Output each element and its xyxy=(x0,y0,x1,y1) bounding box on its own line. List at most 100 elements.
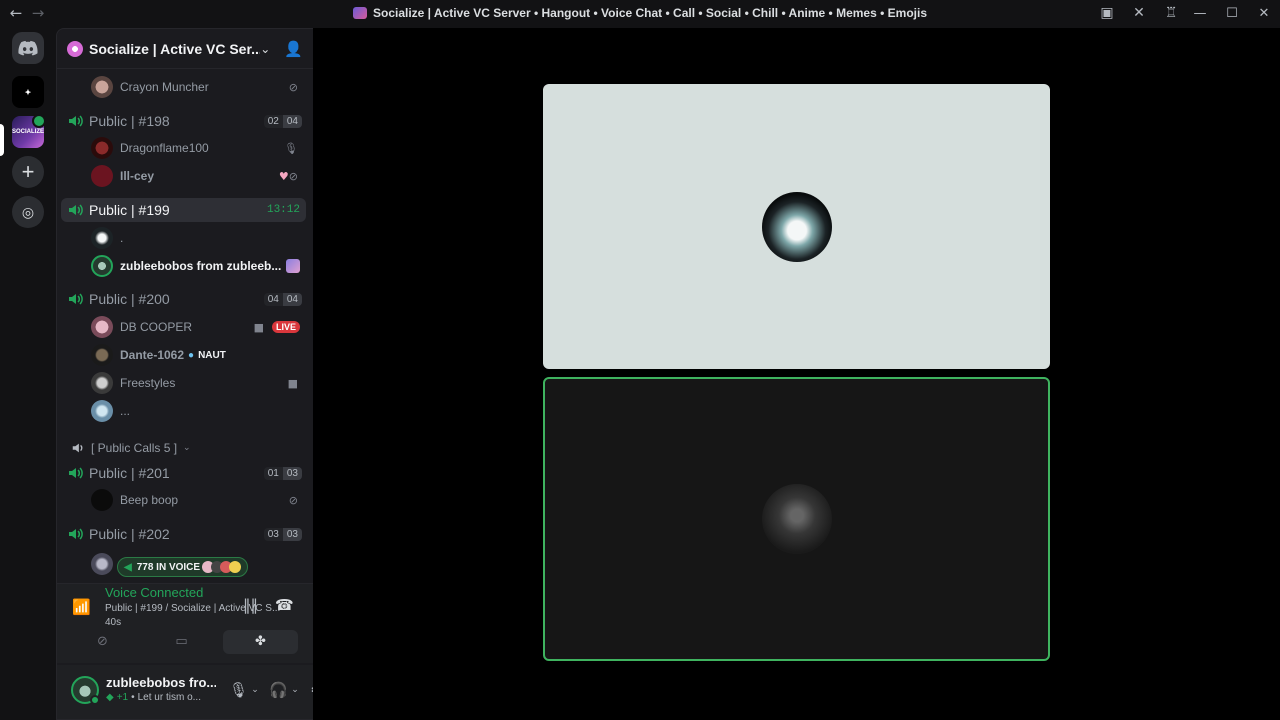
participant-tile-speaking[interactable] xyxy=(543,377,1050,661)
avatar xyxy=(91,489,113,511)
avatar-stack xyxy=(202,561,242,573)
heart-badge-icon: ♥ xyxy=(278,169,289,183)
separator: • xyxy=(131,692,135,703)
count-limit: 03 xyxy=(282,527,302,541)
selected-server-indicator xyxy=(0,124,4,156)
add-server-button[interactable]: + xyxy=(12,156,44,188)
voice-user[interactable]: Ill-cey ♥ ⊘ xyxy=(61,163,306,189)
voice-user[interactable]: . xyxy=(61,225,306,251)
voice-channel-201[interactable]: Public | #201 01 03 xyxy=(61,461,306,485)
chevron-down-icon[interactable]: ⌄ xyxy=(260,42,270,56)
microphone-icon[interactable]: 🎙 xyxy=(229,681,248,699)
server-name: Socialize | Active VC Ser... xyxy=(89,40,261,57)
count-current: 01 xyxy=(263,466,283,480)
speaker-icon xyxy=(69,204,83,216)
speaker-icon xyxy=(69,293,83,305)
voice-activity-badge xyxy=(32,114,46,128)
user-count: 03 03 xyxy=(263,527,302,541)
live-badge: LIVE xyxy=(271,321,300,333)
voice-channel-202[interactable]: Public | #202 03 03 xyxy=(61,522,306,546)
voice-channel-name: Public | #202 xyxy=(89,526,170,542)
avatar xyxy=(91,344,113,366)
disconnect-icon[interactable]: ☎ xyxy=(275,596,294,614)
voice-channel-name: Public | #198 xyxy=(89,113,170,129)
avatar xyxy=(91,137,113,159)
chevron-down-icon[interactable]: ⌄ xyxy=(289,685,301,695)
camera-off-icon[interactable]: ⊘ xyxy=(65,630,140,654)
voice-user[interactable]: DB COOPER ■ LIVE xyxy=(61,314,306,340)
deafened-icon: ⊘ xyxy=(288,169,298,183)
avatar xyxy=(91,553,113,575)
voice-channel-200[interactable]: Public | #200 04 04 xyxy=(61,287,306,311)
avatar xyxy=(91,76,113,98)
camera-icon: ■ xyxy=(287,376,298,390)
count-current: 03 xyxy=(263,527,283,541)
window-title-wrap: Socialize | Active VC Server • Hangout •… xyxy=(0,6,1280,20)
signal-icon[interactable]: 📶 xyxy=(72,598,91,616)
voice-user[interactable] xyxy=(61,551,121,577)
plus-icon: + xyxy=(21,159,35,184)
voice-user-name: . xyxy=(120,231,124,245)
voice-channel-199[interactable]: Public | #199 13:12 xyxy=(61,198,306,222)
voice-category[interactable]: [ Public Calls 5 ] ⌄ xyxy=(61,438,306,458)
voice-user[interactable]: Freestyles ■ xyxy=(61,370,306,396)
avatar xyxy=(91,165,113,187)
status-online-dot xyxy=(90,695,100,705)
discover-button[interactable]: ◎ xyxy=(12,196,44,228)
in-voice-pill[interactable]: ◀ 778 IN VOICE xyxy=(117,557,249,577)
voice-user[interactable]: Dragonflame100 🎙 xyxy=(61,135,306,161)
voice-channel-198[interactable]: Public | #198 02 04 xyxy=(61,109,306,133)
user-controls: 🎙 ⌄ 🎧 ⌄ ⚙ xyxy=(229,681,313,699)
participant-tile[interactable] xyxy=(543,84,1050,369)
user-name[interactable]: zubleebobos fro... xyxy=(106,675,216,690)
droplet-icon: ● xyxy=(188,349,195,361)
voice-user-name: Crayon Muncher xyxy=(120,80,209,94)
voice-actions: ⊘ ▭ ✤ xyxy=(65,630,298,654)
minimize-icon[interactable]: — xyxy=(1184,0,1216,28)
voice-elapsed: 40s xyxy=(105,617,122,628)
compass-icon: ◎ xyxy=(21,203,35,220)
avatar xyxy=(91,255,113,277)
maximize-icon[interactable]: ☐ xyxy=(1216,0,1248,28)
voice-channel-link[interactable]: Public | #199 / Socialize | Active VC S.… xyxy=(105,603,285,614)
voice-channel-name: Public | #200 xyxy=(89,291,170,307)
activity-icon xyxy=(286,259,300,273)
server-socialize-label: SOCIALIZE xyxy=(12,129,45,135)
direct-messages-button[interactable] xyxy=(12,32,44,64)
voice-user-name: Dante-1062 xyxy=(120,348,185,362)
activity-icon[interactable]: ♖ xyxy=(1162,5,1180,23)
count-current: 02 xyxy=(263,114,283,128)
server-craft-icon[interactable]: ✦ xyxy=(12,76,44,108)
invite-user-icon[interactable]: 👤 xyxy=(284,40,303,58)
noise-suppression-icon[interactable]: ‖‖ xyxy=(243,596,258,614)
voice-user[interactable]: Beep boop ⊘ xyxy=(61,487,306,513)
headphones-icon[interactable]: 🎧 xyxy=(269,681,288,699)
voice-user-name: zubleebobos from zubleeb... xyxy=(120,259,282,273)
voice-user[interactable]: zubleebobos from zubleeb... xyxy=(61,253,306,279)
window-title: Socialize | Active VC Server • Hangout •… xyxy=(372,6,927,20)
tools-icon[interactable]: ✕ xyxy=(1130,5,1148,23)
camera-icon: ■ xyxy=(253,320,264,334)
voice-status[interactable]: Voice Connected xyxy=(105,585,203,600)
inbox-icon[interactable]: ▣ xyxy=(1098,5,1116,23)
count-limit: 04 xyxy=(282,292,302,306)
participant-avatar xyxy=(761,484,832,554)
activities-icon[interactable]: ✤ xyxy=(223,630,298,654)
voice-channel-name: Public | #199 xyxy=(89,202,170,218)
voice-user[interactable]: Dante-1062 ● NAUT xyxy=(61,342,306,368)
speaker-icon xyxy=(69,528,83,540)
voice-user[interactable]: ... xyxy=(61,398,306,424)
chevron-down-icon[interactable]: ⌄ xyxy=(249,685,261,695)
chevron-down-icon[interactable]: ⌄ xyxy=(183,443,191,453)
user-count: 01 03 xyxy=(263,466,302,480)
server-title-icon xyxy=(352,7,367,19)
avatar xyxy=(91,372,113,394)
voice-channel-name: Public | #201 xyxy=(89,465,170,481)
in-voice-count: 778 IN VOICE xyxy=(136,561,201,573)
screen-share-icon[interactable]: ▭ xyxy=(144,630,219,654)
voice-user[interactable]: Crayon Muncher ⊘ xyxy=(61,74,306,100)
avatar xyxy=(91,227,113,249)
close-icon[interactable]: ✕ xyxy=(1248,0,1280,28)
user-count: 02 04 xyxy=(263,114,302,128)
server-header[interactable]: Socialize | Active VC Ser... ⌄ 👤 xyxy=(57,29,313,69)
